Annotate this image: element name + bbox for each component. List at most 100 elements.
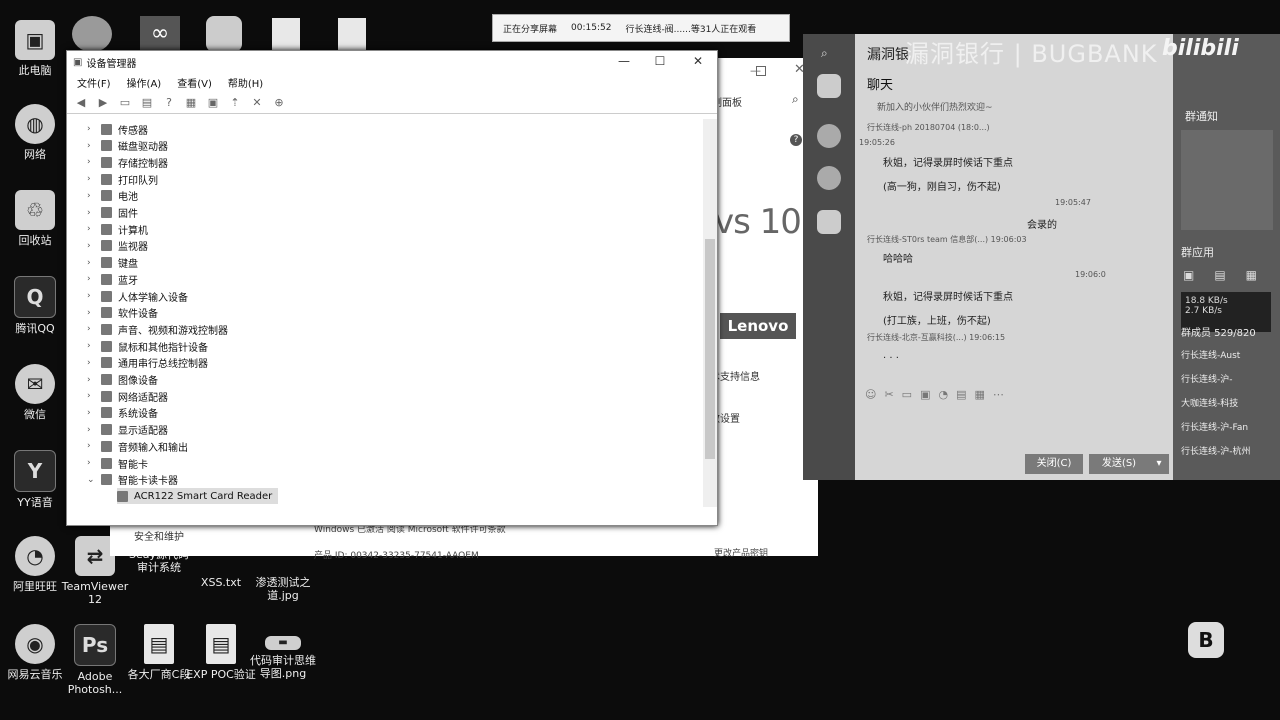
update-driver-icon[interactable]: ⇡ [227, 96, 243, 109]
security-maintenance-link[interactable]: 安全和维护 [134, 528, 184, 543]
maximize-button[interactable]: ☐ [645, 54, 675, 68]
device-category[interactable]: › 通用串行总线控制器 [87, 355, 208, 371]
scrollbar-thumb[interactable] [705, 239, 715, 459]
help-icon[interactable]: ? [790, 134, 802, 146]
chevron-right-icon[interactable]: › [87, 174, 101, 184]
send-options-chevron-icon[interactable]: ▾ [1149, 454, 1169, 474]
properties-icon[interactable]: ▭ [117, 96, 133, 109]
change-product-key-link[interactable]: 更改产品密钥 [714, 546, 768, 559]
desktop-icon-wechat[interactable]: ✉ 微信 [0, 364, 70, 421]
chevron-right-icon[interactable]: › [87, 191, 101, 201]
bugbank-logo-icon[interactable]: B [1188, 622, 1224, 658]
device-category[interactable]: › 监视器 [87, 238, 148, 254]
device-category[interactable]: › 声音、视频和游戏控制器 [87, 321, 228, 337]
device-category[interactable]: › 传感器 [87, 121, 148, 137]
device-category[interactable]: › 图像设备 [87, 372, 158, 388]
back-icon[interactable]: ◀ [73, 96, 89, 109]
device-category[interactable]: › 蓝牙 [87, 271, 138, 287]
avatar[interactable] [817, 210, 841, 234]
chevron-right-icon[interactable]: › [87, 324, 101, 334]
view-icon[interactable]: ▦ [183, 96, 199, 109]
device-category[interactable]: › 鼠标和其他指针设备 [87, 338, 208, 354]
member-item[interactable]: 行长连线-沪-杭州 [1181, 440, 1251, 464]
device-category[interactable]: › 音频输入和输出 [87, 438, 188, 454]
chevron-right-icon[interactable]: › [87, 291, 101, 301]
avatar[interactable] [817, 74, 841, 98]
close-chat-button[interactable]: 关闭(C) [1025, 454, 1083, 474]
device-category[interactable]: › 智能卡 [87, 455, 148, 471]
chevron-right-icon[interactable]: › [87, 391, 101, 401]
desktop-icon-c-segment[interactable]: ▤ 各大厂商C段 [124, 624, 194, 681]
chevron-right-icon[interactable]: › [87, 358, 101, 368]
file-icon[interactable] [338, 18, 366, 50]
help-icon[interactable]: ? [161, 96, 177, 109]
device-category[interactable]: › 打印队列 [87, 171, 158, 187]
device-category[interactable]: › 固件 [87, 205, 138, 221]
chevron-right-icon[interactable]: › [87, 308, 101, 318]
chevron-right-icon[interactable]: › [87, 441, 101, 451]
chevron-right-icon[interactable]: › [87, 408, 101, 418]
app-icon[interactable] [72, 16, 112, 52]
device-category[interactable]: › 磁盘驱动器 [87, 138, 168, 154]
chevron-right-icon[interactable]: › [87, 258, 101, 268]
device-category[interactable]: › 人体学输入设备 [87, 288, 188, 304]
monitor-icon[interactable]: ▣ [205, 96, 221, 109]
device-category[interactable]: › 显示适配器 [87, 422, 168, 438]
share-viewers[interactable]: 行长连线-阀......等31人正在观看 [625, 22, 756, 35]
avatar[interactable] [817, 124, 841, 148]
desktop-icon-this-pc[interactable]: ▣ 此电脑 [0, 20, 70, 77]
desktop-icon-photoshop[interactable]: Ps Adobe Photosh... [60, 624, 130, 696]
group-file-list[interactable] [1181, 130, 1273, 230]
chevron-right-icon[interactable]: › [87, 224, 101, 234]
chevron-right-icon[interactable]: › [87, 124, 101, 134]
device-category[interactable]: › 计算机 [87, 221, 148, 237]
app-icon[interactable] [206, 16, 242, 52]
chevron-right-icon[interactable]: › [87, 375, 101, 385]
forward-icon[interactable]: ▶ [95, 96, 111, 109]
device-category[interactable]: › 系统设备 [87, 405, 158, 421]
search-icon[interactable]: ⌕ [792, 92, 799, 107]
menu-file[interactable]: 文件(F) [77, 75, 111, 90]
visual-studio-icon[interactable]: ∞ [140, 16, 180, 52]
chevron-down-icon[interactable]: ⌄ [87, 475, 101, 485]
search-icon[interactable]: ⌕ [821, 46, 828, 61]
desktop-icon-network[interactable]: ◍ 网络 [0, 104, 70, 161]
chevron-right-icon[interactable]: › [87, 241, 101, 251]
chevron-right-icon[interactable]: › [87, 157, 101, 167]
device-category[interactable]: › 存储控制器 [87, 154, 168, 170]
file-icon[interactable] [272, 18, 300, 50]
group-app-icons[interactable]: ▣▤▦ [1183, 268, 1277, 282]
desktop-icon-xss-txt[interactable]: XSS.txt [186, 576, 256, 589]
device-category[interactable]: › 软件设备 [87, 305, 158, 321]
close-button[interactable]: ✕ [683, 54, 713, 68]
desktop-icon-pentest-jpg[interactable]: 渗透测试之道.jpg [248, 576, 318, 602]
chevron-right-icon[interactable]: › [87, 208, 101, 218]
device-category[interactable]: › 键盘 [87, 255, 138, 271]
member-item[interactable]: 大咖连线-科技 [1181, 392, 1251, 416]
chevron-right-icon[interactable]: › [87, 274, 101, 284]
member-item[interactable]: 行长连线-沪-Fan [1181, 416, 1251, 440]
member-item[interactable]: 行长连线-Aust [1181, 344, 1251, 368]
desktop-icon-qq[interactable]: Q 腾讯QQ [0, 276, 70, 335]
menu-view[interactable]: 查看(V) [177, 75, 212, 90]
device-category[interactable]: › 网络适配器 [87, 388, 168, 404]
chevron-right-icon[interactable]: › [87, 458, 101, 468]
desktop-icon-mindmap-png[interactable]: ▬ 代码审计思维导图.png [248, 636, 318, 680]
minimize-button[interactable]: — [609, 54, 639, 68]
desktop-icon-exp-poc[interactable]: ▤ EXP POC验证 [186, 624, 256, 681]
send-button[interactable]: 发送(S) [1089, 454, 1149, 474]
scrollbar[interactable] [703, 119, 717, 507]
desktop-icon-recycle-bin[interactable]: ♲ 回收站 [0, 190, 70, 247]
menu-help[interactable]: 帮助(H) [228, 75, 263, 90]
device-manager-titlebar[interactable]: ▣ 设备管理器 — ☐ ✕ [67, 51, 717, 73]
uninstall-icon[interactable]: ✕ [249, 96, 265, 109]
scan-icon[interactable]: ⊕ [271, 96, 287, 109]
maximize-button[interactable] [756, 66, 766, 76]
desktop-icon-yy[interactable]: Y YY语音 [0, 450, 70, 509]
chevron-right-icon[interactable]: › [87, 141, 101, 151]
avatar[interactable] [817, 166, 841, 190]
chevron-right-icon[interactable]: › [87, 341, 101, 351]
menu-action[interactable]: 操作(A) [127, 75, 162, 90]
member-item[interactable]: 行长连线-沪- [1181, 368, 1251, 392]
chevron-right-icon[interactable]: › [87, 425, 101, 435]
